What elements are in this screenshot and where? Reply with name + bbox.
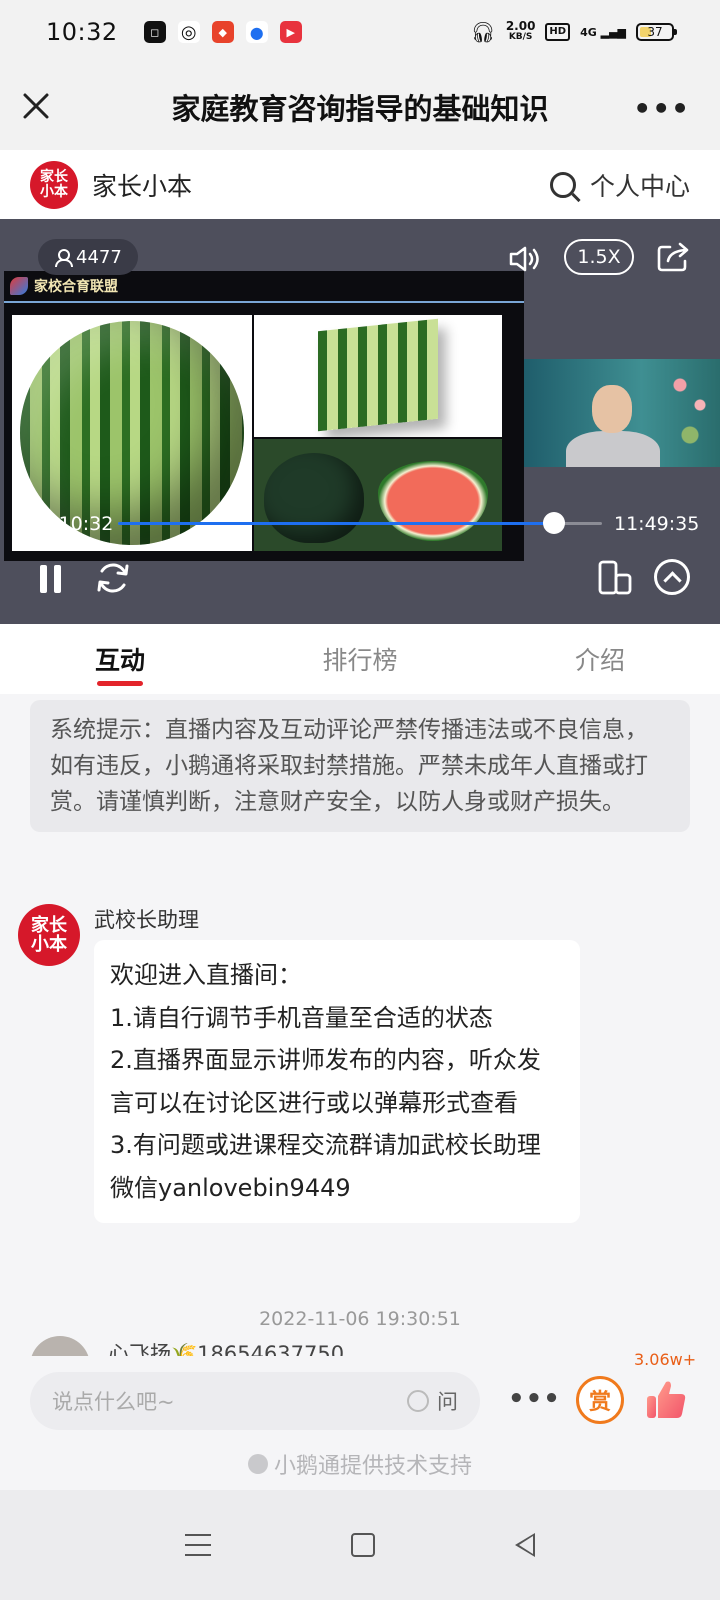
- back-icon[interactable]: [515, 1533, 535, 1557]
- channel-header: 家长 小本 家长小本 个人中心: [0, 150, 720, 219]
- status-app-icons: ◻ ◎ ◆ ● ▶: [143, 21, 302, 43]
- refresh-icon[interactable]: [94, 559, 132, 597]
- square-watermelon-image: [254, 315, 502, 437]
- message-bubble: 欢迎进入直播间： 1.请自行调节手机音量至合适的状态 2.直播界面显示讲师发布的…: [94, 940, 580, 1223]
- tab-introduction[interactable]: 介绍: [480, 624, 720, 694]
- slide-title: 家校合育联盟: [34, 279, 118, 295]
- app-notification-icon: ◻: [143, 21, 166, 43]
- recent-apps-icon[interactable]: [185, 1534, 211, 1556]
- ask-toggle[interactable]: 问: [407, 1386, 458, 1416]
- title-bar: 家庭教育咨询指导的基础知识 •••: [0, 64, 720, 150]
- progress-bar[interactable]: [118, 512, 602, 534]
- message-line: 欢迎进入直播间：: [110, 961, 302, 989]
- volume-icon[interactable]: [508, 245, 542, 273]
- input-area: 说点什么吧~ 问 ••• 赏 3.06w+ 小鹅通提供技术支持: [0, 1350, 720, 1490]
- home-icon[interactable]: [351, 1533, 375, 1557]
- battery-icon: 37: [636, 23, 677, 41]
- channel-name[interactable]: 家长小本: [92, 167, 192, 203]
- system-nav-bar: [0, 1490, 720, 1600]
- message-timestamp: 2022-11-06 19:30:51: [259, 1308, 461, 1330]
- tab-bar: 互动 排行榜 介绍: [0, 624, 720, 694]
- close-button[interactable]: [20, 90, 52, 122]
- reward-button[interactable]: 赏: [576, 1376, 624, 1424]
- headphone-icon: 🎧︎: [470, 20, 496, 44]
- viewer-count: 4477: [38, 239, 138, 275]
- avatar[interactable]: 家长 小本: [18, 904, 80, 966]
- progress-fill: [118, 522, 554, 525]
- teacher-camera[interactable]: [524, 359, 720, 467]
- message-line: 1.请自行调节手机音量至合适的状态: [110, 1003, 493, 1032]
- heart-watermelon-image: [254, 439, 502, 551]
- collapse-up-button[interactable]: [654, 559, 690, 595]
- message-line: 2.直播界面显示讲师发布的内容，听众发言可以在讨论区进行或以弹幕形式查看: [110, 1046, 541, 1117]
- tech-support-note: 小鹅通提供技术支持: [0, 1448, 720, 1480]
- total-time: 11:49:35: [614, 513, 700, 535]
- comment-placeholder: 说点什么吧~: [52, 1390, 175, 1414]
- ask-radio-icon: [407, 1390, 429, 1412]
- hd-badge: HD: [545, 23, 571, 41]
- person-icon: [54, 249, 73, 267]
- rotate-screen-icon[interactable]: [596, 559, 634, 597]
- status-bar: 10:32 ◻ ◎ ◆ ● ▶ 🎧︎ 2.00 KB/S HD 4G ▂▄▆ 3…: [0, 0, 720, 64]
- personal-center-link[interactable]: 个人中心: [590, 167, 690, 203]
- browser-icon: ●: [245, 21, 268, 43]
- status-time: 10:32: [46, 18, 118, 46]
- page-title: 家庭教育咨询指导的基础知识: [171, 92, 549, 126]
- share-icon[interactable]: [656, 241, 692, 273]
- channel-logo[interactable]: 家长 小本: [30, 160, 78, 209]
- more-options-button[interactable]: •••: [633, 92, 690, 125]
- current-time: 11:10:32: [28, 513, 114, 535]
- system-notice: 系统提示：直播内容及互动评论严禁传播违法或不良信息，如有违反，小鹅通将采取封禁措…: [30, 700, 690, 832]
- status-right: 🎧︎ 2.00 KB/S HD 4G ▂▄▆ 37: [470, 19, 677, 44]
- net-speed: 2.00 KB/S: [505, 19, 536, 42]
- pause-button[interactable]: [36, 563, 66, 593]
- signal-icon: 4G ▂▄▆: [580, 25, 626, 39]
- slide-logo-icon: [10, 277, 28, 295]
- search-icon[interactable]: [549, 171, 576, 198]
- message-sender: 心飞扬🌾18654637750: [108, 1342, 345, 1356]
- slide-header: 家校合育联盟: [4, 271, 524, 303]
- progress-handle[interactable]: [542, 512, 565, 534]
- video-app-icon: ▶: [279, 21, 302, 43]
- tab-ranking[interactable]: 排行榜: [240, 624, 480, 694]
- wechat-icon: ◎: [177, 21, 200, 43]
- playback-speed-button[interactable]: 1.5X: [564, 239, 634, 275]
- thumbs-up-icon[interactable]: [644, 1378, 688, 1422]
- more-button[interactable]: •••: [508, 1384, 561, 1414]
- tab-interaction[interactable]: 互动: [0, 624, 240, 694]
- xiaoetong-logo-icon: [247, 1454, 268, 1474]
- avatar[interactable]: [30, 1336, 90, 1356]
- chat-feed[interactable]: 系统提示：直播内容及互动评论严禁传播违法或不良信息，如有违反，小鹅通将采取封禁措…: [0, 694, 720, 1356]
- like-count: 3.06w+: [634, 1350, 697, 1369]
- shopping-app-icon: ◆: [211, 21, 234, 43]
- close-icon: [23, 93, 49, 119]
- video-player[interactable]: 家校合育联盟 4477 1.5X 11:10:32 11:49:35: [0, 219, 720, 624]
- message-sender: 武校长助理: [94, 908, 199, 932]
- message-line: 3.有问题或进课程交流群请加武校长助理微信yanlovebin9449: [110, 1131, 541, 1202]
- comment-input[interactable]: 说点什么吧~ 问: [30, 1372, 480, 1430]
